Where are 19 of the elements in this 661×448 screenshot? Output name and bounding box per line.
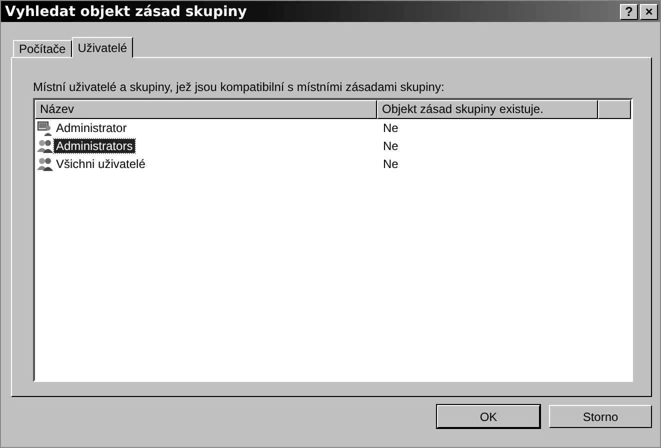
list-item[interactable]: Administrators — [54, 139, 135, 153]
tab[interactable]: Uživatelé — [72, 37, 134, 58]
list-label: Místní uživatelé a skupiny, jež jsou kompatibilní s místními zásadami skupiny: — [33, 80, 446, 94]
column-header[interactable]: Název — [35, 100, 377, 119]
cancel-button[interactable]: Storno — [549, 405, 652, 428]
list-item[interactable]: Všichni uživatelé — [54, 157, 148, 171]
ok-button[interactable]: OK — [437, 405, 540, 428]
tab[interactable]: Počítače — [13, 40, 72, 58]
table-cell: Ne — [383, 139, 398, 153]
user-group-icon — [37, 156, 53, 172]
table-cell: Ne — [383, 121, 398, 135]
column-header[interactable]: Objekt zásad skupiny existuje. — [377, 100, 598, 119]
list-item[interactable]: Administrator — [54, 121, 129, 135]
close-button[interactable]: × — [640, 4, 658, 20]
user-icon — [37, 120, 53, 136]
help-button[interactable]: ? — [620, 4, 638, 20]
window-title: Vyhledat objekt zásad skupiny — [5, 4, 247, 20]
table-cell: Ne — [383, 157, 398, 171]
user-group-icon — [37, 138, 53, 154]
